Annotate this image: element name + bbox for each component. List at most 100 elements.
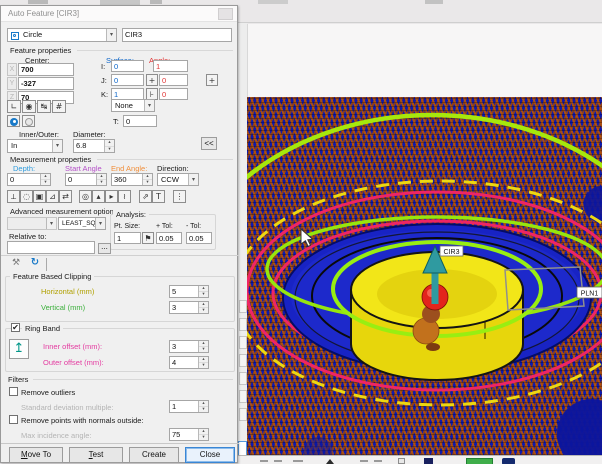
status-bar-item bbox=[326, 459, 334, 464]
center-x-input[interactable]: 700 bbox=[18, 63, 74, 76]
feature-type-value: Circle bbox=[23, 30, 42, 40]
spin-down-icon[interactable]: ▾ bbox=[199, 363, 208, 368]
target-icon[interactable]: ◎ bbox=[79, 190, 92, 203]
center-y-input[interactable]: -327 bbox=[18, 77, 74, 90]
surface-i-input[interactable]: 0 bbox=[111, 60, 144, 72]
circle-label-text: CIR3 bbox=[444, 249, 460, 256]
measure-mode-toggle-on[interactable] bbox=[7, 115, 20, 127]
ring-band-direction-button[interactable]: ↥ bbox=[9, 339, 29, 359]
t-label: T: bbox=[113, 117, 119, 126]
vertical-clipping-spinner[interactable]: 3 ▴▾ bbox=[169, 301, 209, 314]
angle-i-input[interactable]: 1 bbox=[153, 60, 188, 72]
angle-j-input[interactable]: 0 bbox=[159, 74, 188, 86]
spin-down-icon[interactable]: ▾ bbox=[105, 147, 114, 153]
remove-normals-checkbox[interactable] bbox=[9, 415, 18, 424]
filter-dropdown-disabled: ▾ bbox=[7, 217, 57, 230]
side-toolbar-button[interactable] bbox=[239, 354, 247, 367]
outer-offset-spinner[interactable]: 4 ▴▾ bbox=[169, 356, 209, 369]
inner-offset-spinner[interactable]: 3 ▴▾ bbox=[169, 340, 209, 353]
status-bar bbox=[238, 455, 602, 464]
angle-k-input[interactable]: 0 bbox=[159, 88, 188, 100]
inner-offset-value: 3 bbox=[172, 342, 176, 352]
chevron-down-icon: ▾ bbox=[188, 174, 198, 185]
pin-marker-icon[interactable]: ⚑ bbox=[142, 232, 154, 244]
minus-tol-input[interactable]: 0.05 bbox=[186, 232, 212, 244]
move-to-button[interactable]: Move To bbox=[9, 447, 63, 463]
side-toolbar-button[interactable] bbox=[239, 336, 247, 349]
box-scan-icon[interactable]: ▣ bbox=[33, 190, 46, 203]
inner-outer-dropdown[interactable]: In ▾ bbox=[7, 139, 63, 153]
flip-vector-button[interactable]: + bbox=[146, 74, 158, 86]
graphics-viewport[interactable]: CIR3 PLN1 bbox=[247, 97, 602, 455]
dialog-title-bar[interactable]: Auto Feature [CIR3] bbox=[1, 6, 237, 22]
circle-path-icon[interactable]: ◌ bbox=[20, 190, 33, 203]
probe-sphere-icon[interactable]: ◉ bbox=[22, 100, 36, 113]
diameter-spinner[interactable]: 6.8 ▴▾ bbox=[73, 139, 115, 153]
diameter-label: Diameter: bbox=[73, 130, 106, 139]
surface-j-input[interactable]: 0 bbox=[111, 74, 144, 86]
x-axis-button[interactable]: X bbox=[7, 63, 17, 76]
grid-pattern-icon[interactable]: # bbox=[52, 100, 66, 113]
section-divider bbox=[97, 159, 233, 160]
spin-down-icon[interactable]: ▾ bbox=[199, 292, 208, 297]
ring-band-checkbox[interactable]: ✔ bbox=[11, 323, 20, 332]
spin-down-icon[interactable]: ▾ bbox=[143, 180, 152, 185]
side-toolbar-button[interactable] bbox=[239, 390, 247, 403]
std-dev-value: 1 bbox=[172, 402, 176, 412]
close-button[interactable]: Close bbox=[185, 447, 235, 463]
vector-arrow-icon[interactable]: ⇗ bbox=[139, 190, 152, 203]
ring-band-title: Ring Band bbox=[22, 324, 63, 333]
peak-icon[interactable]: ▴ bbox=[92, 190, 105, 203]
direction-dropdown[interactable]: CCW ▾ bbox=[157, 173, 199, 186]
side-toolbar-button[interactable] bbox=[239, 372, 247, 385]
max-incidence-spinner: 75 ▴▾ bbox=[169, 428, 209, 441]
perpendicular-icon[interactable]: ⟂ bbox=[7, 190, 20, 203]
snap-corner-icon[interactable]: ∟ bbox=[7, 100, 21, 113]
feature-name-input[interactable]: CIR3 bbox=[122, 28, 232, 42]
create-button[interactable]: Create bbox=[129, 447, 179, 463]
spin-down-icon[interactable]: ▾ bbox=[97, 180, 106, 185]
remove-outliers-checkbox[interactable] bbox=[9, 387, 18, 396]
test-button[interactable]: Test bbox=[69, 447, 123, 463]
play-icon[interactable]: ▸ bbox=[105, 190, 118, 203]
pt-size-input[interactable]: 1 bbox=[114, 232, 141, 244]
flip-angle-button[interactable]: + bbox=[206, 74, 218, 86]
swap-path-icon[interactable]: ⇄ bbox=[59, 190, 72, 203]
measure-mode-toggle-off[interactable] bbox=[22, 115, 35, 127]
plus-tol-input[interactable]: 0.05 bbox=[156, 232, 182, 244]
plane-feature-label[interactable]: PLN1 bbox=[577, 287, 602, 298]
spin-down-icon[interactable]: ▾ bbox=[199, 308, 208, 313]
spin-down-icon[interactable]: ▾ bbox=[41, 180, 50, 185]
angle-scan-icon[interactable]: ⊿ bbox=[46, 190, 59, 203]
outer-offset-value: 4 bbox=[172, 358, 176, 368]
end-angle-spinner[interactable]: 360 ▴▾ bbox=[111, 173, 153, 186]
relative-to-input[interactable] bbox=[7, 241, 95, 254]
status-bar-item bbox=[274, 460, 282, 462]
span-width-icon[interactable]: ↹ bbox=[37, 100, 51, 113]
wave-icon[interactable]: ≀ bbox=[118, 190, 131, 203]
surface-mode-dropdown[interactable]: None ▾ bbox=[111, 99, 155, 112]
spin-down-icon[interactable]: ▾ bbox=[199, 347, 208, 352]
horizontal-clipping-spinner[interactable]: 5 ▴▾ bbox=[169, 285, 209, 298]
title-bar-button[interactable] bbox=[218, 8, 233, 20]
inner-offset-label: Inner offset (mm): bbox=[43, 342, 102, 351]
dots-icon[interactable]: ⋮ bbox=[173, 190, 186, 203]
feature-type-dropdown[interactable]: Circle ▾ bbox=[7, 28, 117, 42]
i-label: I: bbox=[101, 62, 105, 71]
tab-rescan[interactable]: ↻ bbox=[26, 257, 44, 272]
side-toolbar-button[interactable] bbox=[239, 408, 247, 421]
text-tool-icon[interactable]: T bbox=[152, 190, 165, 203]
start-angle-spinner[interactable]: 0 ▴▾ bbox=[65, 173, 107, 186]
side-toolbar-button[interactable] bbox=[239, 300, 247, 313]
section-feature-properties: Feature properties bbox=[7, 46, 74, 55]
y-axis-button[interactable]: Y bbox=[7, 77, 17, 90]
chevron-down-icon: ▾ bbox=[52, 140, 62, 152]
collapse-button[interactable]: << bbox=[201, 137, 217, 150]
side-toolbar-button[interactable] bbox=[239, 318, 247, 331]
circle-feature-label[interactable]: CIR3 bbox=[440, 246, 463, 256]
tab-construction[interactable]: ⚒ bbox=[7, 258, 25, 273]
depth-spinner[interactable]: 0 ▴▾ bbox=[7, 173, 51, 186]
t-input[interactable]: 0 bbox=[123, 115, 157, 127]
algorithm-dropdown[interactable]: LEAST_SQR ▾ bbox=[58, 217, 106, 230]
browse-button[interactable]: ... bbox=[98, 243, 111, 254]
